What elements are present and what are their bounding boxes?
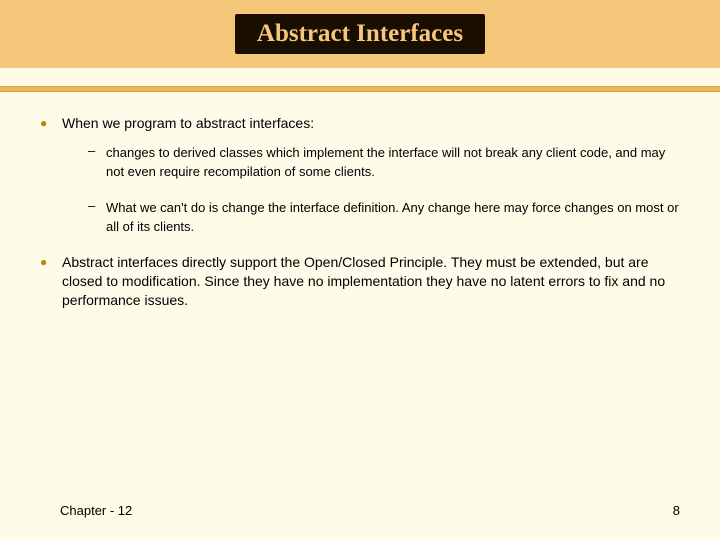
- bullet-item: ● When we program to abstract interfaces…: [40, 114, 680, 133]
- sub-item: – What we can't do is change the interfa…: [88, 198, 680, 237]
- sub-list: – changes to derived classes which imple…: [88, 143, 680, 237]
- slide-content: ● When we program to abstract interfaces…: [0, 92, 720, 310]
- sub-item: – changes to derived classes which imple…: [88, 143, 680, 182]
- bullet-item: ● Abstract interfaces directly support t…: [40, 253, 680, 310]
- dash-icon: –: [88, 198, 106, 237]
- sub-text: changes to derived classes which impleme…: [106, 143, 680, 182]
- bullet-text: Abstract interfaces directly support the…: [62, 253, 680, 310]
- bullet-icon: ●: [40, 255, 62, 310]
- footer-chapter: Chapter - 12: [60, 503, 132, 518]
- slide-footer: Chapter - 12 8: [0, 503, 720, 518]
- slide-title: Abstract Interfaces: [257, 20, 463, 48]
- dash-icon: –: [88, 143, 106, 182]
- footer-page-number: 8: [673, 503, 680, 518]
- header-band: Abstract Interfaces: [0, 0, 720, 68]
- sub-text: What we can't do is change the interface…: [106, 198, 680, 237]
- title-box: Abstract Interfaces: [235, 14, 485, 54]
- bullet-icon: ●: [40, 116, 62, 133]
- bullet-text: When we program to abstract interfaces:: [62, 114, 314, 133]
